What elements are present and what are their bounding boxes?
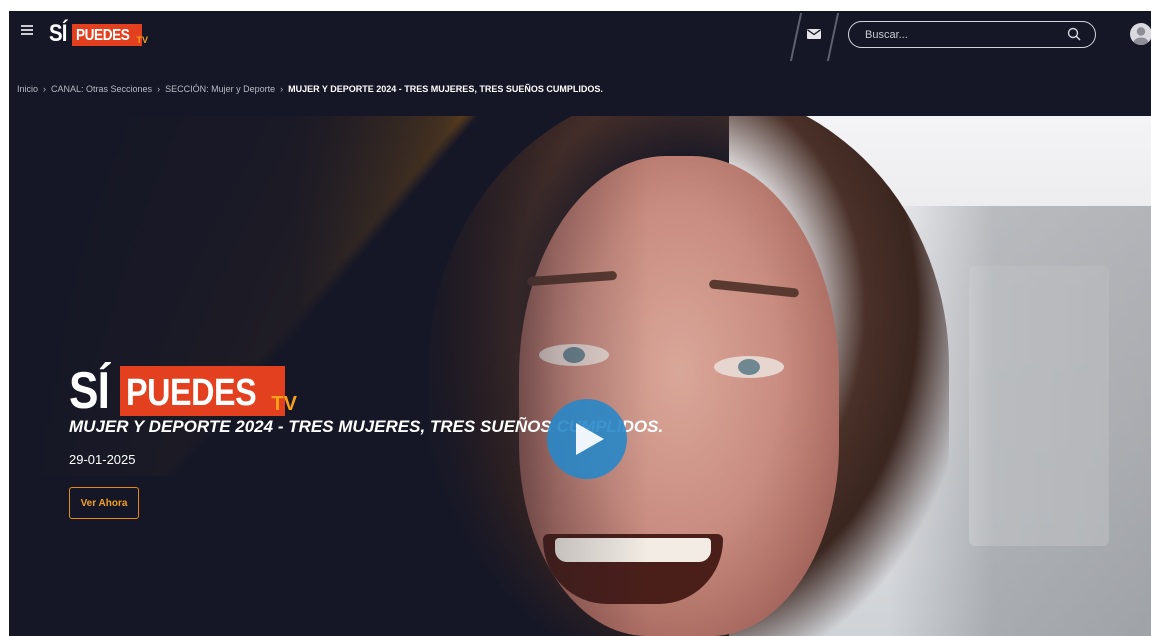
- play-icon: [576, 423, 604, 455]
- breadcrumb-separator: ›: [43, 84, 47, 94]
- app-frame: SÍ PUEDES TV Inicio ›: [9, 11, 1151, 636]
- breadcrumb-separator: ›: [157, 84, 161, 94]
- site-logo[interactable]: SÍ PUEDES TV: [49, 22, 148, 46]
- breadcrumb-current: MUJER Y DEPORTE 2024 - TRES MUJERES, TRE…: [288, 84, 603, 94]
- hamburger-menu-icon[interactable]: [21, 25, 33, 35]
- header-divider: [826, 13, 840, 61]
- hero-logo-puedes-text: PUEDES: [126, 372, 257, 414]
- breadcrumb: Inicio › CANAL: Otras Secciones › SECCIÓ…: [17, 84, 603, 94]
- user-avatar-icon[interactable]: [1130, 23, 1151, 45]
- search-input[interactable]: [865, 26, 1065, 43]
- hero-banner: SÍ PUEDES TV MUJER Y DEPORTE 2024 - TRES…: [9, 116, 1151, 636]
- envelope-icon[interactable]: [807, 29, 821, 39]
- top-header: SÍ PUEDES TV: [9, 11, 1151, 61]
- breadcrumb-link-seccion[interactable]: SECCIÓN: Mujer y Deporte: [165, 84, 275, 94]
- ver-ahora-button[interactable]: Ver Ahora: [69, 487, 139, 519]
- logo-tv-text: TV: [136, 35, 148, 45]
- breadcrumb-link-canal[interactable]: CANAL: Otras Secciones: [51, 84, 152, 94]
- logo-puedes-text: PUEDES: [75, 27, 130, 44]
- header-divider: [789, 13, 803, 61]
- breadcrumb-link-inicio[interactable]: Inicio: [17, 84, 38, 94]
- play-button[interactable]: [547, 399, 627, 479]
- hero-logo-tv-text: TV: [271, 393, 297, 415]
- hero-logo-puedes-box: PUEDES: [120, 366, 286, 416]
- search-box: [848, 21, 1096, 48]
- breadcrumb-separator: ›: [280, 84, 284, 94]
- hero-logo-si-text: SÍ: [69, 362, 110, 420]
- logo-si-text: SÍ: [49, 20, 67, 47]
- hero-date: 29-01-2025: [69, 452, 136, 467]
- search-icon[interactable]: [1067, 27, 1081, 41]
- logo-puedes-box: PUEDES: [71, 24, 143, 46]
- hero-logo: SÍ PUEDES TV: [69, 362, 297, 420]
